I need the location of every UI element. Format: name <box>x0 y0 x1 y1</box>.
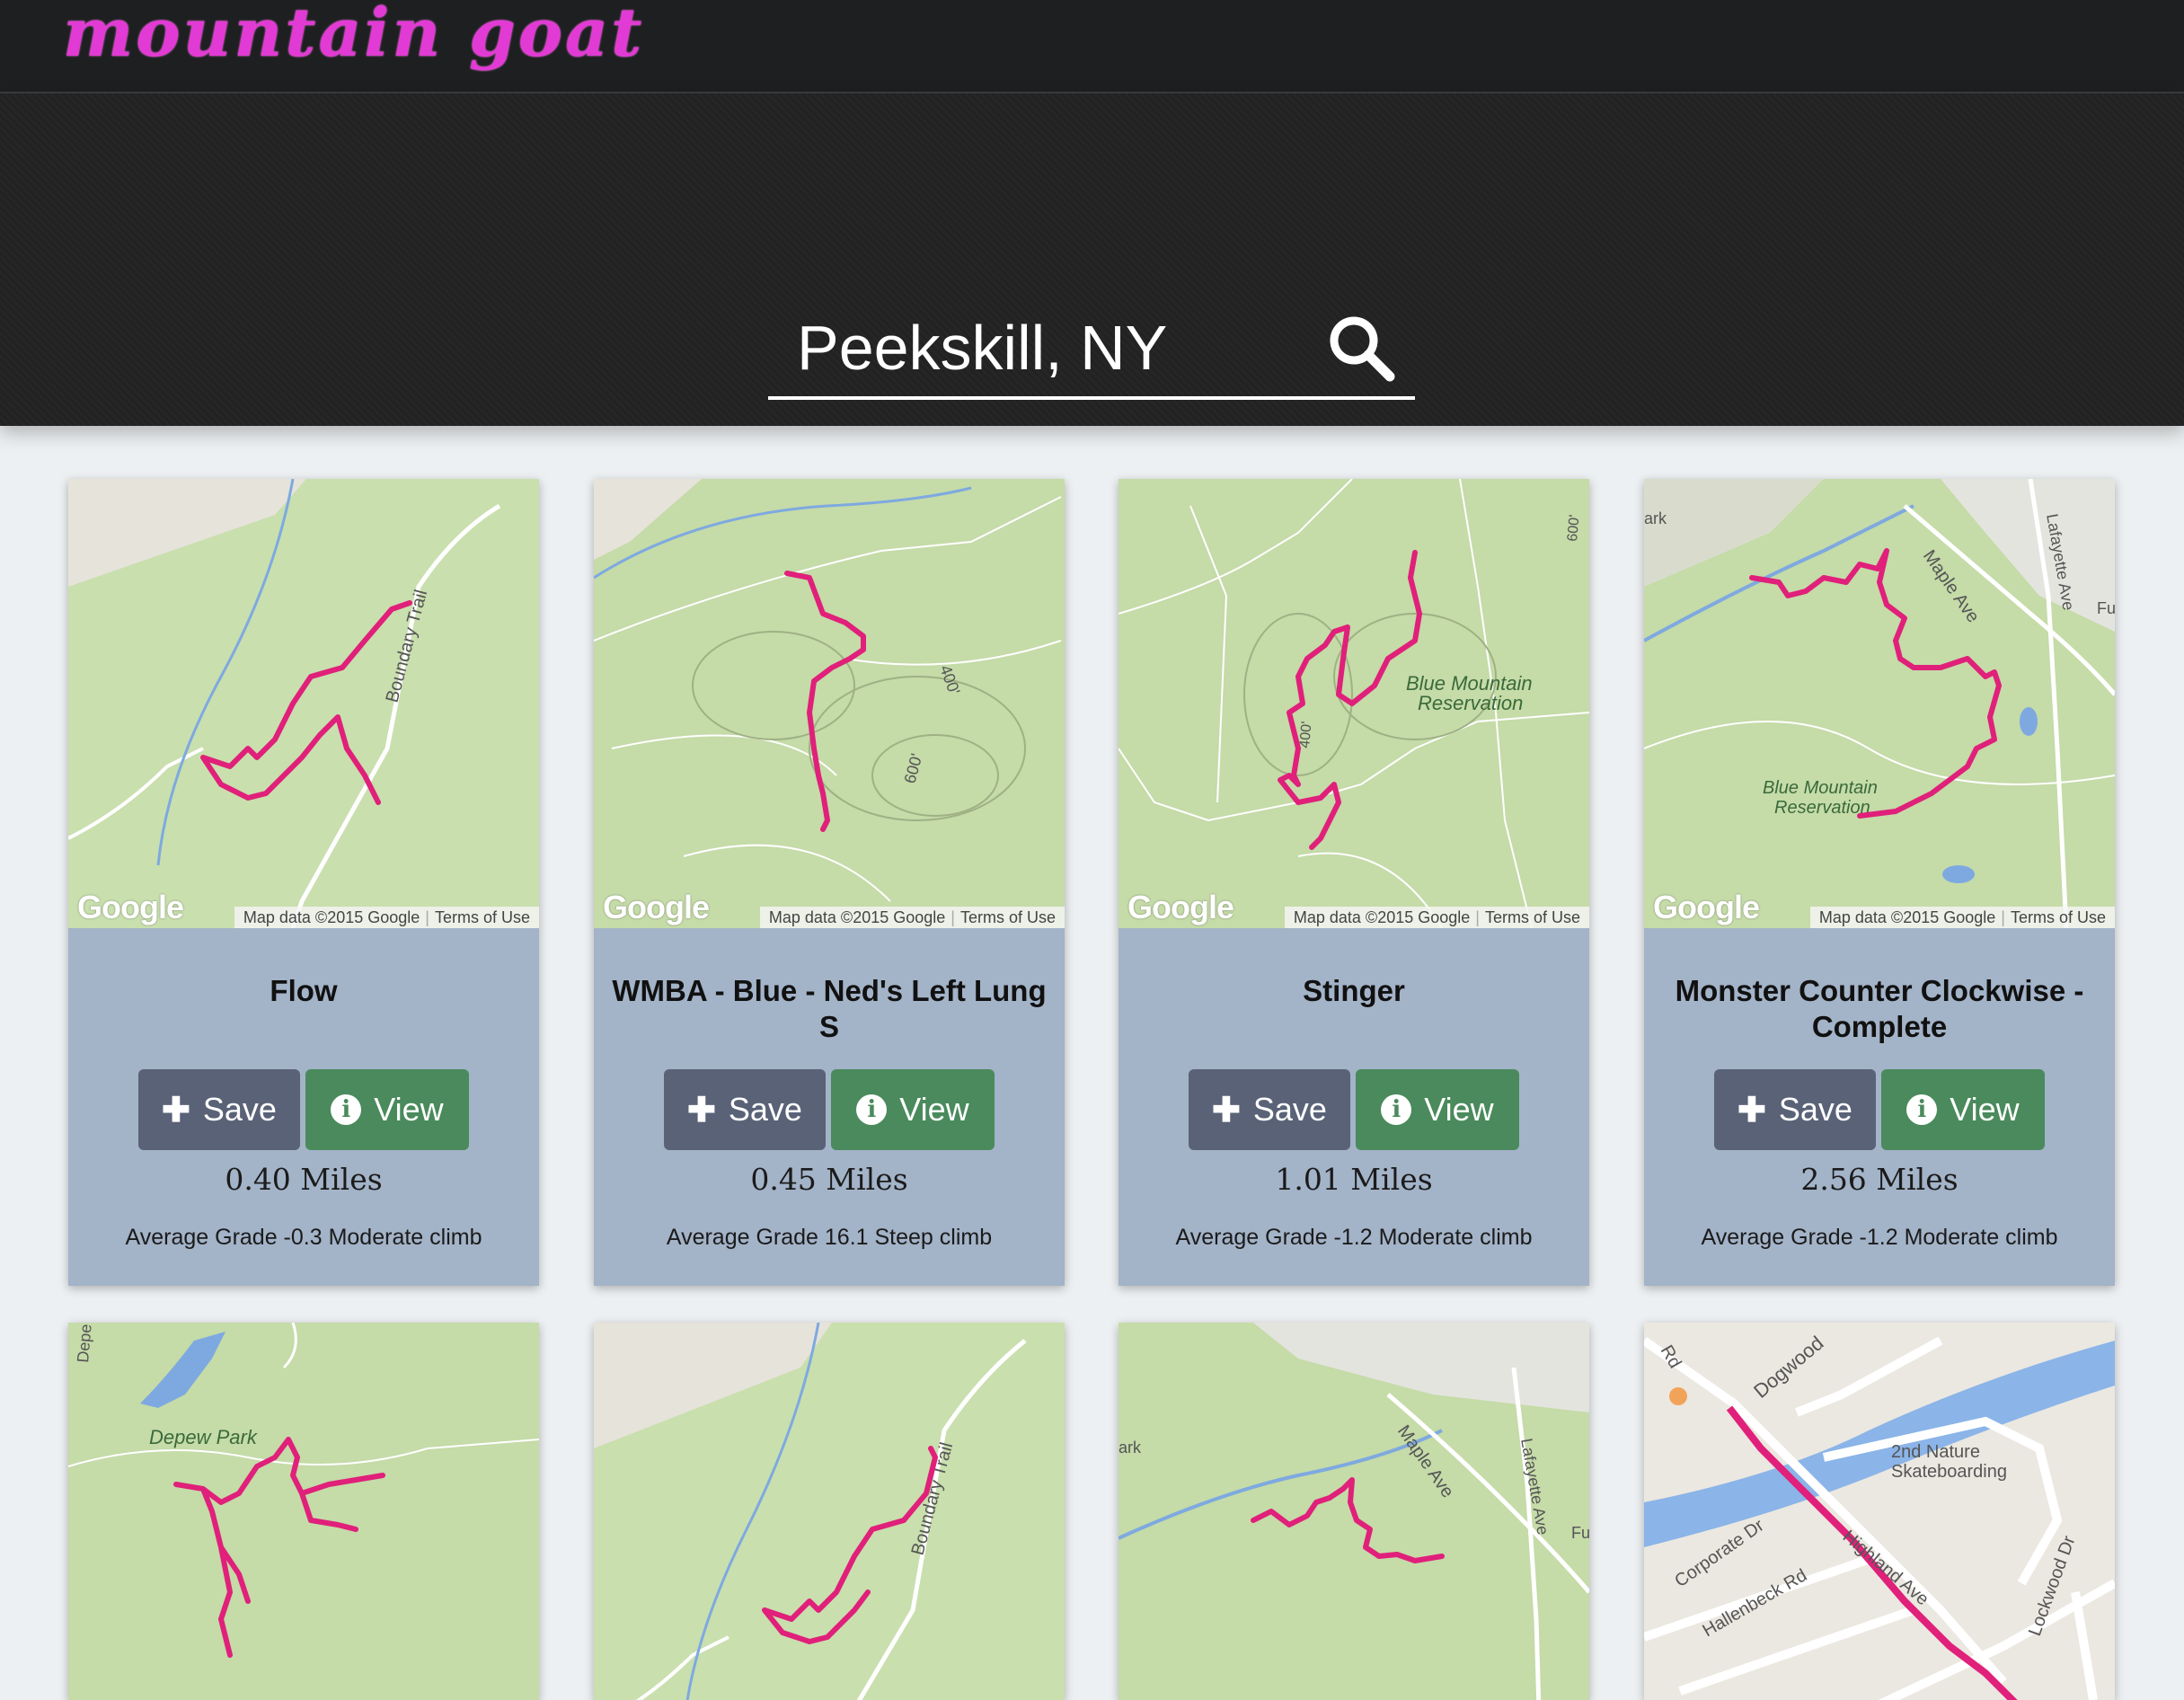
info-icon: i <box>856 1094 888 1125</box>
card-actions: ✚ Save i View <box>68 1069 539 1152</box>
map-road-label: Fu <box>1571 1524 1589 1542</box>
terms-of-use-link[interactable]: Terms of Use <box>435 908 530 926</box>
trail-grade: Average Grade 16.1 Steep climb <box>666 1225 993 1250</box>
view-button[interactable]: i View <box>831 1069 995 1150</box>
plus-icon: ✚ <box>162 1091 190 1129</box>
map-road-label: Depe <box>74 1324 95 1364</box>
trail-card: Rd Dogwood 2nd Nature Skateboarding Corp… <box>1644 1323 2115 1700</box>
trail-name: Monster Counter Clockwise - Complete <box>1675 974 2084 1043</box>
trail-grade: Average Grade -1.2 Moderate climb <box>1175 1225 1533 1250</box>
map-attribution-bar: Google Map data ©2015 Google | Terms of Us… <box>68 889 539 928</box>
map-place-label: Blue Mountain <box>1763 778 1878 798</box>
trail-distance: 0.45 Miles <box>750 1162 908 1197</box>
hero-search-section <box>0 93 2184 426</box>
trail-name: Flow <box>270 974 338 1007</box>
save-button[interactable]: ✚ Save <box>1189 1069 1350 1150</box>
trail-card: Boundary Trail Google Map data ©2015 Goo… <box>68 479 539 1286</box>
trail-map[interactable]: Boundary Trail Google Map data ©2015 Goo… <box>68 479 539 928</box>
google-logo: Google <box>77 889 184 925</box>
map-attribution-bar: Google Map data ©2015 Google | Terms of Us… <box>594 889 1065 928</box>
view-button[interactable]: i View <box>1356 1069 1519 1150</box>
map-contour-label: 600' <box>1565 514 1583 542</box>
card-actions: ✚ Save i View <box>1644 1069 2115 1152</box>
save-button[interactable]: ✚ Save <box>1714 1069 1876 1150</box>
map-road-label: Fu <box>2097 599 2115 617</box>
terms-of-use-link[interactable]: Terms of Use <box>960 908 1056 926</box>
trail-distance: 0.40 Miles <box>225 1162 383 1197</box>
save-button[interactable]: ✚ Save <box>138 1069 300 1150</box>
map-data-attribution: Map data ©2015 Google | Terms of Use <box>1809 907 2115 928</box>
map-data-attribution: Map data ©2015 Google | Terms of Use <box>759 907 1065 928</box>
trail-grade: Average Grade -0.3 Moderate climb <box>125 1225 482 1250</box>
view-button[interactable]: i View <box>305 1069 469 1150</box>
search-bar <box>768 296 1415 400</box>
trail-card: 400' 600' Google Map data ©2015 Google | T… <box>594 479 1065 1286</box>
map-road-label: ark <box>1644 509 1667 527</box>
terms-of-use-link[interactable]: Terms of Use <box>1485 908 1580 926</box>
trail-map[interactable]: Maple Ave Lafayette Ave Blue Mountain Re… <box>1644 479 2115 928</box>
trail-card: Depe Depew Park <box>68 1323 539 1700</box>
map-place-label: 2nd Nature <box>1891 1442 1980 1462</box>
trail-map[interactable]: Blue Mountain Reservation 400' 600' Goog… <box>1119 479 1589 928</box>
google-logo: Google <box>603 889 710 925</box>
trail-map[interactable]: Maple Ave Lafayette Ave ark Fu <box>1119 1323 1589 1700</box>
trail-distance: 1.01 Miles <box>1275 1162 1433 1197</box>
trail-card: Boundary Trail <box>594 1323 1065 1700</box>
view-button[interactable]: i View <box>1881 1069 2045 1150</box>
info-icon: i <box>1906 1094 1938 1125</box>
map-road-label: ark <box>1119 1439 1142 1457</box>
top-bar: mountain goat <box>0 0 2184 93</box>
trail-map[interactable]: Boundary Trail <box>594 1323 1065 1700</box>
trail-card: Maple Ave Lafayette Ave Blue Mountain Re… <box>1644 479 2115 1286</box>
map-attribution-bar: Google Map data ©2015 Google | Terms of Us… <box>1644 889 2115 928</box>
info-icon: i <box>331 1094 362 1125</box>
map-place-label: Depew Park <box>149 1426 258 1448</box>
trail-map[interactable]: Rd Dogwood 2nd Nature Skateboarding Corp… <box>1644 1323 2115 1700</box>
google-logo: Google <box>1653 889 1760 925</box>
info-icon: i <box>1381 1094 1412 1125</box>
save-button[interactable]: ✚ Save <box>664 1069 826 1150</box>
map-place-label: Skateboarding <box>1891 1462 2007 1482</box>
location-search-input[interactable] <box>768 308 1329 387</box>
map-data-attribution: Map data ©2015 Google | Terms of Use <box>1284 907 1589 928</box>
plus-icon: ✚ <box>1212 1091 1241 1129</box>
plus-icon: ✚ <box>1737 1091 1766 1129</box>
trail-name: Stinger <box>1303 974 1405 1007</box>
google-logo: Google <box>1127 889 1234 925</box>
card-actions: ✚ Save i View <box>594 1069 1065 1152</box>
trail-card: Maple Ave Lafayette Ave ark Fu <box>1119 1323 1589 1700</box>
map-attribution-bar: Google Map data ©2015 Google | Terms of Us… <box>1119 889 1589 928</box>
search-icon[interactable] <box>1325 312 1397 384</box>
trail-name: WMBA - Blue - Ned's Left Lung S <box>612 974 1047 1043</box>
map-place-label: Reservation <box>1774 798 1870 818</box>
map-place-label: Reservation <box>1418 692 1523 714</box>
app-logo[interactable]: mountain goat <box>63 0 644 72</box>
trail-distance: 2.56 Miles <box>1800 1162 1959 1197</box>
trail-map[interactable]: 400' 600' Google Map data ©2015 Google | T… <box>594 479 1065 928</box>
trail-grade: Average Grade -1.2 Moderate climb <box>1701 1225 2058 1250</box>
map-data-attribution: Map data ©2015 Google | Terms of Use <box>234 907 539 928</box>
trail-map[interactable]: Depe Depew Park <box>68 1323 539 1700</box>
plus-icon: ✚ <box>687 1091 716 1129</box>
card-actions: ✚ Save i View <box>1119 1069 1589 1152</box>
trail-card: Blue Mountain Reservation 400' 600' Goog… <box>1119 479 1589 1286</box>
terms-of-use-link[interactable]: Terms of Use <box>2011 908 2106 926</box>
